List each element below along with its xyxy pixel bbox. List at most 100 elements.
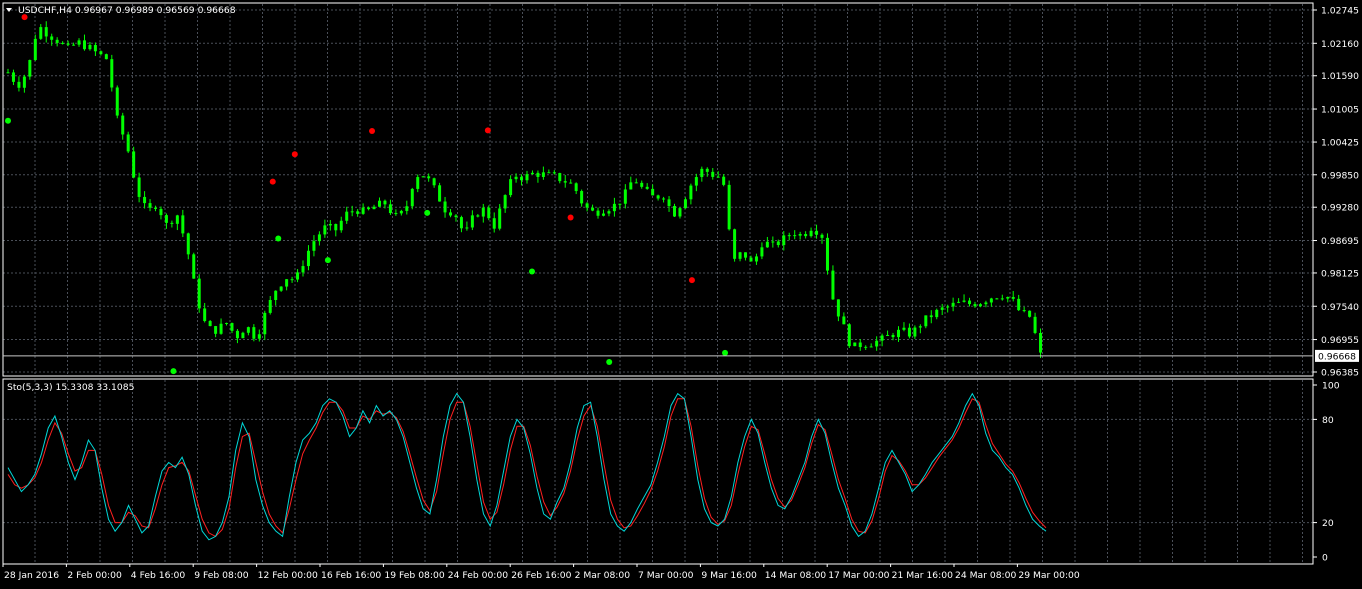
candle-body — [230, 322, 234, 331]
candle-body — [77, 40, 81, 45]
time-axis-label: 17 Mar 00:00 — [828, 570, 889, 581]
candle-body — [72, 44, 76, 46]
candle-body — [372, 206, 376, 210]
candle-body — [459, 217, 463, 229]
candle-body — [126, 134, 130, 152]
candle-body — [825, 237, 829, 271]
candle-body — [591, 207, 595, 211]
candle-body — [405, 206, 409, 211]
candle-body — [449, 212, 453, 216]
candle-body — [667, 199, 671, 206]
candle-body — [22, 76, 26, 88]
candle-body — [350, 211, 354, 213]
candle-body — [454, 215, 458, 218]
candle-body — [268, 300, 272, 313]
candle-body — [323, 225, 327, 235]
time-axis-label: 24 Mar 08:00 — [955, 570, 1016, 581]
symbol-header[interactable]: USDCHF,H4 0.96967 0.96989 0.96569 0.9666… — [6, 5, 236, 16]
candle-body — [279, 286, 283, 291]
candle-body — [410, 188, 414, 207]
candle-body — [716, 176, 720, 178]
candle-body — [66, 43, 70, 45]
chart-canvas[interactable]: 1.02745 1.02160 1.01590 1.01005 1.00425 0.998… — [0, 0, 1362, 585]
candle-body — [121, 115, 125, 135]
candle-body — [416, 177, 420, 189]
candle-body — [285, 279, 289, 287]
candle-body — [711, 171, 715, 177]
candle-body — [793, 235, 797, 237]
candle-body — [563, 181, 567, 183]
candle-body — [858, 342, 862, 348]
candle — [126, 131, 130, 154]
candle-body — [733, 229, 737, 259]
candle-body — [110, 59, 114, 88]
candle-body — [689, 185, 693, 200]
candle-body — [853, 342, 857, 347]
candle-body — [443, 201, 447, 213]
candle-body — [148, 203, 152, 208]
candle-body — [99, 51, 103, 55]
price-axis-label: 1.00425 — [1321, 138, 1359, 149]
candle-body — [28, 60, 32, 77]
fractal-down-marker — [528, 268, 535, 275]
candle-body — [306, 250, 310, 267]
candle-body — [525, 174, 529, 181]
candle-body — [432, 178, 436, 186]
candle-body — [290, 279, 294, 281]
candle-body — [809, 230, 813, 237]
candle-body — [361, 207, 365, 214]
candle-body — [645, 186, 649, 189]
candle-body — [574, 183, 578, 192]
candle-body — [61, 42, 65, 44]
candle-body — [935, 309, 939, 318]
candle-body — [749, 257, 753, 262]
candle-body — [82, 40, 86, 50]
price-axis-label: 0.99850 — [1321, 170, 1359, 181]
candle-body — [530, 172, 534, 175]
candle-body — [596, 210, 600, 216]
candle-body — [640, 182, 644, 187]
candle-body — [847, 324, 851, 347]
candle-body — [203, 308, 207, 322]
candle-body — [629, 182, 633, 190]
candle-body — [44, 27, 48, 37]
time-axis-label: 4 Feb 16:00 — [131, 570, 186, 581]
candle-body — [498, 208, 502, 229]
candle-body — [880, 335, 884, 341]
candle-body — [17, 81, 21, 88]
fractal-down-marker — [324, 257, 331, 264]
fractal-down-marker — [606, 359, 613, 366]
candle-body — [339, 220, 343, 231]
candle-body — [787, 235, 791, 237]
candle-body — [487, 207, 491, 219]
candle — [487, 205, 491, 221]
trading-chart-window[interactable]: 1.02745 1.02160 1.01590 1.01005 1.00425 0.998… — [0, 0, 1362, 585]
candle-body — [334, 224, 338, 231]
candle-body — [836, 299, 840, 317]
candle-body — [421, 176, 425, 178]
candle-body — [623, 189, 627, 204]
candle — [853, 342, 857, 347]
candle-body — [274, 290, 278, 301]
candle — [1028, 310, 1032, 318]
candle-body — [738, 252, 742, 259]
candle — [733, 228, 737, 262]
candle-body — [722, 176, 726, 185]
candle-body — [536, 172, 540, 177]
symbol-ohlc-label: USDCHF,H4 0.96967 0.96989 0.96569 0.9666… — [18, 5, 236, 16]
price-axis-label: 0.96955 — [1321, 335, 1359, 346]
chart-background — [0, 0, 1362, 585]
stoch-axis-label: 0 — [1322, 553, 1328, 564]
candle-body — [186, 233, 190, 255]
candle-body — [869, 346, 873, 348]
time-axis-label: 28 Jan 2016 — [4, 570, 59, 581]
candle — [197, 274, 201, 313]
candle-body — [940, 307, 944, 310]
candle-body — [913, 327, 917, 337]
candle-body — [978, 304, 982, 307]
candle — [192, 252, 196, 279]
candle-body — [776, 241, 780, 246]
candle-body — [470, 215, 474, 228]
candle-body — [968, 300, 972, 305]
candle-body — [902, 327, 906, 330]
